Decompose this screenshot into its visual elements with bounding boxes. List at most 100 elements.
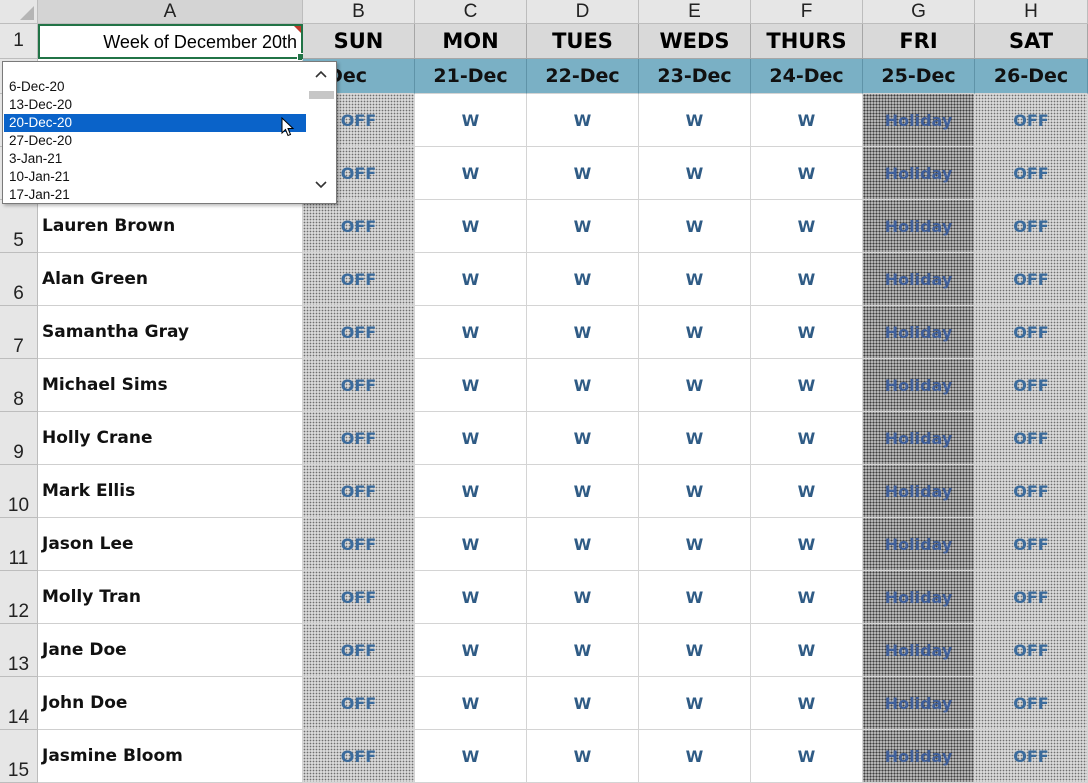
shift-cell-workday[interactable]: W <box>639 147 751 200</box>
shift-cell-workday[interactable]: W <box>527 518 639 571</box>
shift-cell-workday[interactable]: W <box>751 677 863 730</box>
column-header-c[interactable]: C <box>415 0 527 24</box>
shift-cell-off[interactable]: OFF <box>303 306 415 359</box>
shift-cell-workday[interactable]: W <box>639 730 751 783</box>
shift-cell-off[interactable]: OFF <box>303 677 415 730</box>
shift-cell-workday[interactable]: W <box>751 730 863 783</box>
shift-cell-workday[interactable]: W <box>527 730 639 783</box>
shift-cell-workday[interactable]: W <box>415 306 527 359</box>
shift-cell-off[interactable]: OFF <box>975 730 1088 783</box>
shift-cell-workday[interactable]: W <box>415 147 527 200</box>
shift-cell-workday[interactable]: W <box>751 359 863 412</box>
shift-cell-workday[interactable]: W <box>415 253 527 306</box>
shift-cell-workday[interactable]: W <box>751 253 863 306</box>
column-header-a[interactable]: A <box>38 0 303 24</box>
employee-name-cell[interactable]: Alan Green <box>38 253 303 306</box>
shift-cell-off[interactable]: OFF <box>303 412 415 465</box>
employee-name-cell[interactable]: Jason Lee <box>38 518 303 571</box>
shift-cell-holiday[interactable]: Holiday <box>863 359 975 412</box>
shift-cell-holiday[interactable]: Holiday <box>863 200 975 253</box>
shift-cell-workday[interactable]: W <box>527 253 639 306</box>
scrollbar-thumb[interactable] <box>309 91 334 99</box>
shift-cell-holiday[interactable]: Holiday <box>863 306 975 359</box>
dropdown-option[interactable]: 10-Jan-21 <box>4 168 308 186</box>
shift-cell-off[interactable]: OFF <box>303 253 415 306</box>
shift-cell-off[interactable]: OFF <box>303 518 415 571</box>
shift-cell-off[interactable]: OFF <box>975 306 1088 359</box>
shift-cell-workday[interactable]: W <box>415 412 527 465</box>
employee-name-cell[interactable]: Jane Doe <box>38 624 303 677</box>
shift-cell-workday[interactable]: W <box>527 94 639 147</box>
employee-name-cell[interactable]: Mark Ellis <box>38 465 303 518</box>
shift-cell-off[interactable]: OFF <box>975 359 1088 412</box>
shift-cell-workday[interactable]: W <box>527 359 639 412</box>
shift-cell-holiday[interactable]: Holiday <box>863 94 975 147</box>
cell-a1-week-selector[interactable]: Week of December 20th <box>38 24 305 61</box>
shift-cell-workday[interactable]: W <box>415 730 527 783</box>
shift-cell-workday[interactable]: W <box>751 624 863 677</box>
shift-cell-holiday[interactable]: Holiday <box>863 624 975 677</box>
dropdown-option[interactable]: 27-Dec-20 <box>4 132 308 150</box>
employee-name-cell[interactable]: Samantha Gray <box>38 306 303 359</box>
shift-cell-workday[interactable]: W <box>415 359 527 412</box>
shift-cell-off[interactable]: OFF <box>975 253 1088 306</box>
shift-cell-holiday[interactable]: Holiday <box>863 465 975 518</box>
shift-cell-off[interactable]: OFF <box>975 147 1088 200</box>
shift-cell-workday[interactable]: W <box>639 518 751 571</box>
shift-cell-workday[interactable]: W <box>751 571 863 624</box>
shift-cell-workday[interactable]: W <box>639 677 751 730</box>
dropdown-option[interactable]: 13-Dec-20 <box>4 96 308 114</box>
shift-cell-workday[interactable]: W <box>751 200 863 253</box>
shift-cell-workday[interactable]: W <box>415 465 527 518</box>
spreadsheet-grid[interactable]: A B C D E F G H 1 5 6 7 8 9 10 11 12 13 14 15 Week of Decemb… <box>0 0 1088 783</box>
shift-cell-off[interactable]: OFF <box>975 94 1088 147</box>
chevron-up-icon[interactable] <box>306 64 336 86</box>
shift-cell-workday[interactable]: W <box>639 94 751 147</box>
shift-cell-workday[interactable]: W <box>415 94 527 147</box>
column-header-d[interactable]: D <box>527 0 639 24</box>
shift-cell-off[interactable]: OFF <box>975 465 1088 518</box>
chevron-down-icon[interactable] <box>306 175 336 197</box>
shift-cell-workday[interactable]: W <box>527 571 639 624</box>
shift-cell-workday[interactable]: W <box>639 200 751 253</box>
row-header[interactable]: 6 <box>0 253 38 306</box>
shift-cell-holiday[interactable]: Holiday <box>863 677 975 730</box>
select-all-corner[interactable] <box>0 0 38 24</box>
shift-cell-workday[interactable]: W <box>639 571 751 624</box>
employee-name-cell[interactable]: Jasmine Bloom <box>38 730 303 783</box>
shift-cell-workday[interactable]: W <box>751 518 863 571</box>
shift-cell-workday[interactable]: W <box>415 200 527 253</box>
shift-cell-workday[interactable]: W <box>415 571 527 624</box>
shift-cell-off[interactable]: OFF <box>303 624 415 677</box>
shift-cell-off[interactable]: OFF <box>975 518 1088 571</box>
shift-cell-off[interactable]: OFF <box>303 730 415 783</box>
shift-cell-workday[interactable]: W <box>527 624 639 677</box>
column-header-b[interactable]: B <box>303 0 415 24</box>
employee-name-cell[interactable]: Molly Tran <box>38 571 303 624</box>
shift-cell-workday[interactable]: W <box>639 359 751 412</box>
row-header[interactable]: 10 <box>0 465 38 518</box>
shift-cell-off[interactable]: OFF <box>303 359 415 412</box>
shift-cell-holiday[interactable]: Holiday <box>863 730 975 783</box>
shift-cell-off[interactable]: OFF <box>975 624 1088 677</box>
shift-cell-holiday[interactable]: Holiday <box>863 571 975 624</box>
shift-cell-workday[interactable]: W <box>751 94 863 147</box>
row-header[interactable]: 1 <box>0 24 38 59</box>
shift-cell-off[interactable]: OFF <box>975 412 1088 465</box>
dropdown-option[interactable]: 17-Jan-21 <box>4 186 308 201</box>
column-header-h[interactable]: H <box>975 0 1088 24</box>
row-header[interactable]: 9 <box>0 412 38 465</box>
shift-cell-off[interactable]: OFF <box>303 465 415 518</box>
row-header[interactable]: 12 <box>0 571 38 624</box>
shift-cell-workday[interactable]: W <box>639 465 751 518</box>
shift-cell-workday[interactable]: W <box>415 624 527 677</box>
employee-name-cell[interactable]: Lauren Brown <box>38 200 303 253</box>
shift-cell-workday[interactable]: W <box>751 306 863 359</box>
shift-cell-workday[interactable]: W <box>639 624 751 677</box>
shift-cell-holiday[interactable]: Holiday <box>863 412 975 465</box>
shift-cell-workday[interactable]: W <box>527 147 639 200</box>
dropdown-option[interactable]: 6-Dec-20 <box>4 78 308 96</box>
shift-cell-off[interactable]: OFF <box>303 571 415 624</box>
row-header[interactable]: 8 <box>0 359 38 412</box>
row-header[interactable]: 7 <box>0 306 38 359</box>
